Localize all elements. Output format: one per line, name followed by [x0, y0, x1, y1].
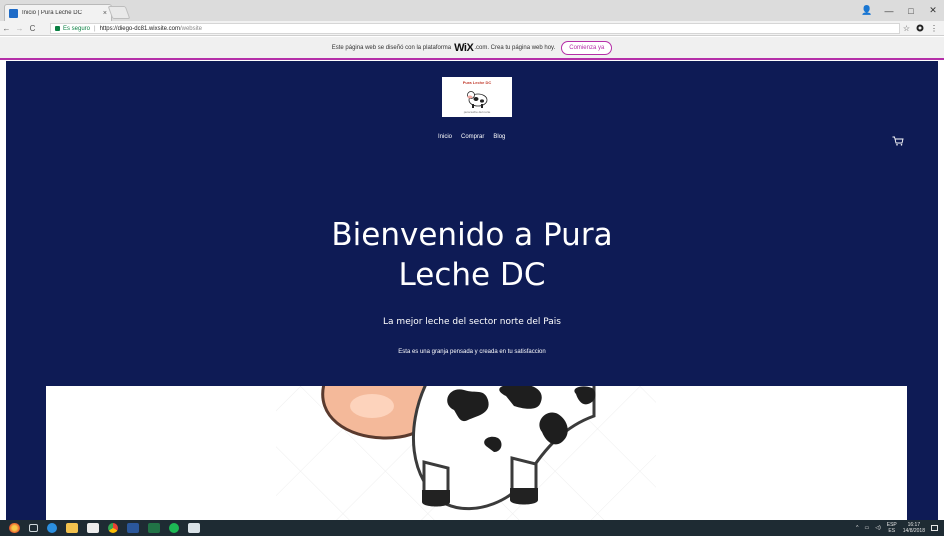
task-view-icon[interactable] [29, 524, 38, 532]
logo-subtitle: pura leche del norte [463, 110, 491, 114]
cart-icon[interactable] [892, 133, 904, 151]
logo-title: Pura Leche DC [462, 80, 492, 85]
network-icon[interactable]: ▭ [864, 525, 869, 531]
profile-icon[interactable]: 👤 [856, 5, 878, 16]
cow-hero-image [46, 386, 907, 520]
spotify-icon[interactable] [169, 523, 179, 533]
new-tab-button[interactable] [107, 6, 131, 19]
windows-taskbar: ^ ▭ ◁) ESP ES 16:17 14/8/2018 [0, 520, 944, 536]
site-page: Pura Leche DC pura leche del norte Inici… [6, 61, 938, 520]
volume-icon[interactable]: ◁) [875, 525, 881, 531]
store-icon[interactable] [87, 523, 99, 533]
extension-icon[interactable] [916, 24, 924, 34]
back-button[interactable]: ← [0, 24, 13, 33]
address-bar-row: ← → C Es seguro | https://diego-dc81.wix… [0, 21, 944, 36]
start-icon[interactable] [9, 523, 20, 533]
tray-chevron-icon[interactable]: ^ [856, 525, 858, 531]
system-tray: ^ ▭ ◁) ESP ES 16:17 14/8/2018 [856, 520, 938, 536]
clock-date: 14/8/2018 [902, 528, 925, 534]
url-host: https://diego-dc81.wixsite.com [99, 25, 180, 32]
notifications-icon[interactable] [931, 525, 938, 531]
lock-icon [55, 26, 60, 31]
wix-logo: WiX [454, 41, 474, 54]
wix-banner-text-before: Este página web se diseñó con la platafo… [331, 44, 452, 51]
hero-title-line2: Leche DC [398, 257, 546, 293]
wix-banner-text-after: .com. Crea tu página web hoy. [474, 44, 556, 51]
wix-favicon-icon [9, 8, 18, 18]
cow-logo-icon [467, 91, 488, 108]
bookmark-star-icon[interactable]: ☆ [903, 24, 910, 33]
forward-button[interactable]: → [13, 24, 26, 33]
hero-title-line1: Bienvenido a Pura [331, 217, 613, 253]
cow-illustration-icon [46, 386, 907, 520]
nav-item-blog[interactable]: Blog [493, 134, 505, 140]
word-icon[interactable] [127, 523, 139, 533]
browser-tab-bar: Inicio | Pura Leche DC × 👤 — □ ✕ [0, 0, 944, 21]
secure-label: Es seguro [63, 25, 91, 32]
reload-button[interactable]: C [26, 24, 39, 33]
url-input[interactable]: Es seguro | https://diego-dc81.wixsite.c… [50, 23, 900, 34]
lang-bottom: ES [888, 528, 896, 534]
chrome-icon[interactable] [108, 523, 118, 533]
nav-item-inicio[interactable]: Inicio [438, 134, 452, 140]
minimize-button[interactable]: — [878, 6, 900, 16]
file-explorer-icon[interactable] [66, 523, 78, 533]
url-separator: | [94, 25, 96, 32]
site-logo[interactable]: Pura Leche DC pura leche del norte [442, 77, 512, 117]
hero-title: Bienvenido a Pura Leche DC [272, 215, 672, 295]
url-path: /website [179, 25, 202, 32]
excel-icon[interactable] [148, 523, 160, 533]
nav-item-comprar[interactable]: Comprar [461, 134, 484, 140]
site-nav: Inicio Comprar Blog [438, 134, 505, 140]
browser-tab-active[interactable]: Inicio | Pura Leche DC × [4, 4, 112, 21]
address-bar-actions: ☆ ⋮ [903, 21, 938, 36]
wix-start-button[interactable]: Comienza ya [561, 40, 613, 55]
tab-title: Inicio | Pura Leche DC [22, 10, 82, 16]
menu-icon[interactable]: ⋮ [930, 24, 938, 33]
clock[interactable]: 16:17 14/8/2018 [903, 522, 925, 534]
close-window-button[interactable]: ✕ [922, 5, 944, 16]
edge-browser-icon[interactable] [47, 523, 57, 533]
wix-promo-banner: Este página web se diseñó con la platafo… [0, 37, 944, 60]
window-controls: 👤 — □ ✕ [856, 0, 944, 21]
hero-description: Esta es una granja pensada y creada en t… [398, 349, 546, 355]
hero-subtitle: La mejor leche del sector norte del Pais [383, 317, 561, 327]
close-tab-icon[interactable]: × [103, 10, 107, 17]
language-indicator[interactable]: ESP ES [887, 522, 897, 534]
photos-icon[interactable] [188, 523, 200, 533]
maximize-button[interactable]: □ [900, 6, 922, 16]
